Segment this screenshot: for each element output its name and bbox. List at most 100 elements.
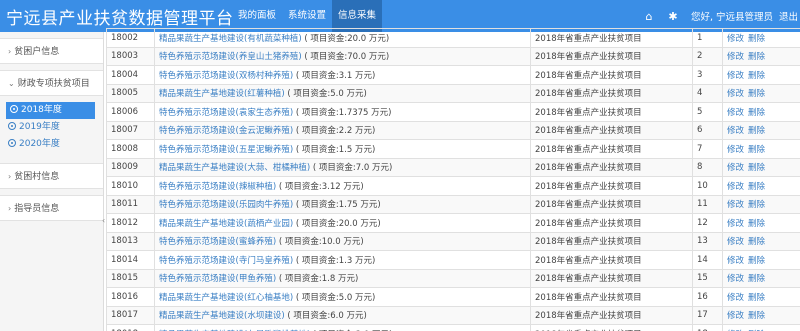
- project-name-link[interactable]: 精品果蔬生产基地建设(红薯种植): [159, 89, 285, 99]
- sidebar-item-label: 2018年度: [21, 105, 62, 115]
- sidebar-group-label: 财政专项扶贫项目: [17, 79, 90, 89]
- edit-link[interactable]: 修改: [727, 182, 744, 192]
- project-name-link[interactable]: 精品果蔬生产基地建设(大蒜、柑橘种植): [159, 163, 310, 173]
- project-category: 2018年省重点产业扶贫项目: [530, 194, 693, 214]
- project-id: 18014: [106, 250, 155, 270]
- project-name-link[interactable]: 特色养殖示范场建设(蜜蜂养殖): [159, 237, 276, 247]
- delete-link[interactable]: 删除: [748, 71, 765, 81]
- table-row: 18015 特色养殖示范场建设(甲鱼养殖) ( 项目资金:1.8 万元) 2018年…: [106, 268, 800, 288]
- row-number: 8: [692, 157, 723, 177]
- edit-link[interactable]: 修改: [727, 274, 744, 284]
- table-row: 18010 特色养殖示范场建设(辣椒种植) ( 项目资金:3.12 万元) 2018…: [106, 176, 800, 196]
- table-row: 18012 精品果蔬生产基地建设(蔬栖产业园) ( 项目资金:20.0 万元) 20…: [106, 213, 800, 233]
- delete-link[interactable]: 删除: [748, 108, 765, 118]
- delete-link[interactable]: 删除: [748, 219, 765, 229]
- edit-link[interactable]: 修改: [727, 71, 744, 81]
- edit-link[interactable]: 修改: [727, 256, 744, 266]
- project-category: 2018年省重点产业扶贫项目: [530, 176, 693, 196]
- project-name-link[interactable]: 特色养殖示范场建设(养皇山土猪养殖): [159, 52, 302, 62]
- project-name-cell: 特色养殖示范场建设(辣椒种植) ( 项目资金:3.12 万元): [154, 176, 531, 196]
- project-name-link[interactable]: 精品果蔬生产基地建设(水坝建设): [159, 311, 285, 321]
- sidebar-item-2019[interactable]: 2019年度: [0, 119, 103, 136]
- delete-link[interactable]: 删除: [748, 52, 765, 62]
- project-name-cell: 特色养殖示范场建设(五星泥鳅养殖) ( 项目资金:1.5 万元): [154, 139, 531, 159]
- edit-link[interactable]: 修改: [727, 126, 744, 136]
- row-actions: 修改删除: [722, 28, 800, 48]
- chevron-left-icon[interactable]: ‹: [102, 216, 105, 225]
- sidebar-item-2018[interactable]: 2018年度: [6, 102, 95, 119]
- row-number: 16: [692, 287, 723, 307]
- delete-link[interactable]: 删除: [748, 34, 765, 44]
- settings-icon[interactable]: ✱: [661, 10, 685, 23]
- edit-link[interactable]: 修改: [727, 52, 744, 62]
- project-id: 18016: [106, 287, 155, 307]
- row-number: 4: [692, 83, 723, 103]
- project-table-container[interactable]: 18002 精品果蔬生产基地建设(有机蔬菜种植) ( 项目资金:20.0 万元) 2…: [106, 28, 800, 331]
- project-name-link[interactable]: 精品果蔬生产基地建设(有机蔬菜种植): [159, 34, 302, 44]
- delete-link[interactable]: 删除: [748, 256, 765, 266]
- sidebar-group-poor-households[interactable]: › 贫困户信息: [0, 38, 103, 64]
- project-funds: ( 项目资金:20.0 万元): [295, 218, 381, 229]
- project-name-cell: 精品果蔬生产基地建设(有机蔬菜种植) ( 项目资金:20.0 万元): [154, 28, 531, 48]
- delete-link[interactable]: 删除: [748, 200, 765, 210]
- logout-link[interactable]: 退出: [779, 9, 800, 23]
- project-funds: ( 项目资金:3.1 万元): [295, 70, 376, 81]
- project-category: 2018年省重点产业扶贫项目: [530, 157, 693, 177]
- delete-link[interactable]: 删除: [748, 311, 765, 321]
- project-name-link[interactable]: 特色养殖示范场建设(五星泥鳅养殖): [159, 145, 293, 155]
- project-name-link[interactable]: 特色养殖示范场建设(金云泥鳅养殖): [159, 126, 293, 136]
- row-number: 10: [692, 176, 723, 196]
- edit-link[interactable]: 修改: [727, 237, 744, 247]
- delete-link[interactable]: 删除: [748, 126, 765, 136]
- project-name-link[interactable]: 特色养殖示范场建设(辣椒种植): [159, 182, 276, 192]
- project-category: 2018年省重点产业扶贫项目: [530, 46, 693, 66]
- edit-link[interactable]: 修改: [727, 163, 744, 173]
- edit-link[interactable]: 修改: [727, 108, 744, 118]
- project-category: 2018年省重点产业扶贫项目: [530, 250, 693, 270]
- edit-link[interactable]: 修改: [727, 200, 744, 210]
- edit-link[interactable]: 修改: [727, 219, 744, 229]
- sidebar-group-special-projects[interactable]: ⌄ 财政专项扶贫项目: [0, 70, 103, 96]
- edit-link[interactable]: 修改: [727, 34, 744, 44]
- delete-link[interactable]: 删除: [748, 274, 765, 284]
- project-name-link[interactable]: 特色养殖示范场建设(乐园肉牛养殖): [159, 200, 293, 210]
- delete-link[interactable]: 删除: [748, 145, 765, 155]
- project-category: 2018年省重点产业扶贫项目: [530, 305, 693, 325]
- project-name-cell: 特色养殖示范场建设(袁家生态养殖) ( 项目资金:1.7375 万元): [154, 102, 531, 122]
- project-name-link[interactable]: 精品果蔬生产基地建设(红心柚基地): [159, 293, 293, 303]
- row-actions: 修改删除: [722, 250, 800, 270]
- sidebar-item-label: 2020年度: [19, 139, 60, 149]
- sidebar-item-2020[interactable]: 2020年度: [0, 136, 103, 153]
- project-name-link[interactable]: 特色养殖示范场建设(甲鱼养殖): [159, 274, 276, 284]
- project-id: 18008: [106, 139, 155, 159]
- project-name-link[interactable]: 特色养殖示范场建设(双杨村种养殖): [159, 71, 293, 81]
- delete-link[interactable]: 删除: [748, 163, 765, 173]
- project-category: 2018年省重点产业扶贫项目: [530, 268, 693, 288]
- project-funds: ( 项目资金:5.0 万元): [287, 89, 367, 100]
- delete-link[interactable]: 删除: [748, 182, 765, 192]
- delete-link[interactable]: 删除: [748, 293, 765, 303]
- row-number: 17: [692, 305, 723, 325]
- table-row: 18016 精品果蔬生产基地建设(红心柚基地) ( 项目资金:5.0 万元) 201…: [106, 287, 800, 307]
- edit-link[interactable]: 修改: [727, 89, 744, 99]
- sidebar-group-instructors[interactable]: › 指导员信息: [0, 195, 103, 221]
- edit-link[interactable]: 修改: [727, 311, 744, 321]
- project-name-link[interactable]: 特色养殖示范场建设(寺门马皇养殖): [159, 256, 293, 266]
- row-actions: 修改删除: [722, 213, 800, 233]
- project-name-link[interactable]: 精品果蔬生产基地建设(蔬栖产业园): [159, 219, 293, 229]
- delete-link[interactable]: 删除: [748, 89, 765, 99]
- project-name-link[interactable]: 特色养殖示范场建设(袁家生态养殖): [159, 108, 293, 118]
- circle-icon: [10, 105, 18, 113]
- delete-link[interactable]: 删除: [748, 237, 765, 247]
- project-funds: ( 项目资金:5.0 万元): [295, 292, 376, 303]
- project-table: 18002 精品果蔬生产基地建设(有机蔬菜种植) ( 项目资金:20.0 万元) 2…: [106, 28, 800, 331]
- project-category: 2018年省重点产业扶贫项目: [530, 287, 693, 307]
- edit-link[interactable]: 修改: [727, 145, 744, 155]
- edit-link[interactable]: 修改: [727, 293, 744, 303]
- project-id: 18013: [106, 231, 155, 251]
- sidebar-group-poor-villages[interactable]: › 贫困村信息: [0, 163, 103, 189]
- table-row: 18003 特色养殖示范场建设(养皇山土猪养殖) ( 项目资金:70.0 万元) 2…: [106, 46, 800, 66]
- project-id: 18017: [106, 305, 155, 325]
- user-greeting[interactable]: 您好, 宁远县管理员: [685, 9, 779, 23]
- home-icon[interactable]: ⌂: [637, 10, 661, 23]
